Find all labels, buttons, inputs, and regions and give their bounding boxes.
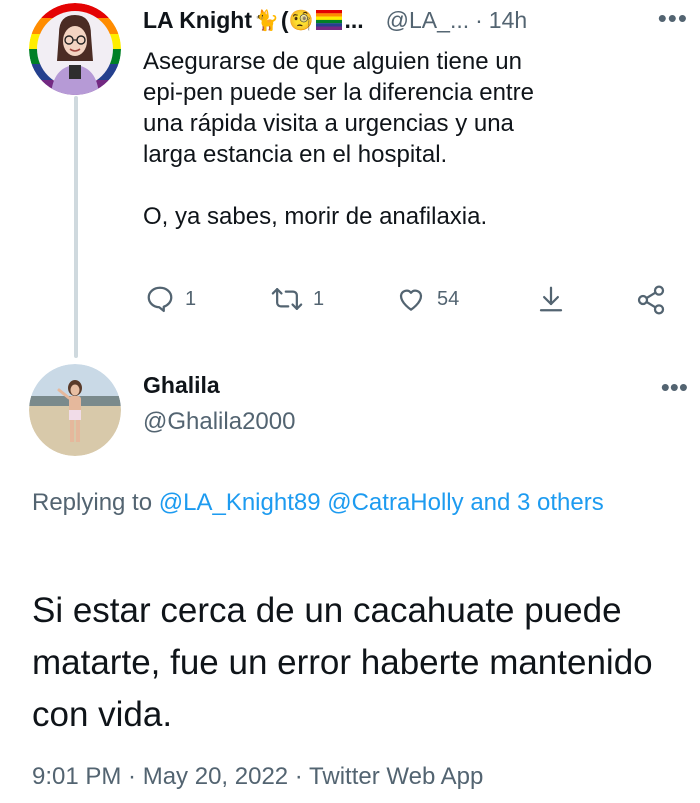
more-options-button[interactable]: ••• [661,372,688,403]
rainbow-flag-icon [315,10,342,30]
cat-emoji-icon: 🐈 [254,9,279,32]
more-options-button[interactable]: ••• [658,3,688,34]
reply-button[interactable]: 1 [145,284,196,314]
thread-connector-line [74,96,78,358]
tweet-time[interactable]: 14h [489,7,527,34]
author-handle[interactable]: @Ghalila2000 [143,408,295,436]
magnifier-face-emoji-icon: 🧐 [288,9,314,32]
tweet1-text: Asegurarse de que alguien tiene un epi-p… [143,46,663,232]
download-icon [539,286,563,312]
avatar-la-knight[interactable] [29,3,121,95]
mention-link[interactable]: @CatraHolly [327,489,463,516]
tweet1-header: LA Knight 🐈 ( 🧐 ... @LA_... · 14h [143,0,527,40]
share-icon [637,285,665,315]
tweet-timestamp[interactable]: 9:01 PM · May 20, 2022 · Twitter Web App [32,763,483,791]
tweet2-text: Si estar cerca de un cacahuate puede mat… [32,591,653,734]
tweet-text-line: una rápida visita a urgencias y una [143,110,514,137]
replying-prefix: Replying to [32,489,159,516]
replying-to-line: Replying to @LA_Knight89 @CatraHolly and… [32,484,632,521]
author-name[interactable]: Ghalila [143,372,220,399]
retweet-button[interactable]: 1 [271,284,324,314]
tweet1-actions: 1 1 54 [143,284,683,324]
separator-dot: · [475,6,483,33]
author-name[interactable]: LA Knight [143,7,252,34]
like-icon [399,289,423,311]
name-emojis: 🐈 ( 🧐 ... [254,7,364,34]
name-truncation: ... [344,6,364,33]
reply-count: 1 [185,287,197,310]
like-count: 54 [437,287,460,310]
author-handle[interactable]: @LA_... [386,7,469,34]
tweet-text-line: larga estancia en el hospital. [143,141,448,168]
tweet-text-line: epi-pen puede ser la diferencia entre [143,79,534,106]
others-link[interactable]: and 3 others [470,489,603,516]
share-button[interactable] [635,284,667,316]
tweet-text-line: O, ya sabes, morir de anafilaxia. [143,203,488,230]
avatar-ghalila[interactable] [29,364,121,456]
tweet-text-line: Asegurarse de que alguien tiene un [143,48,522,75]
retweet-count: 1 [313,287,325,310]
mention-link[interactable]: @LA_Knight89 [159,489,321,516]
name-suffix: ( [280,6,289,33]
like-button[interactable]: 54 [395,284,459,314]
download-button[interactable] [536,284,566,314]
reply-icon [147,286,173,312]
retweet-icon [271,288,303,310]
